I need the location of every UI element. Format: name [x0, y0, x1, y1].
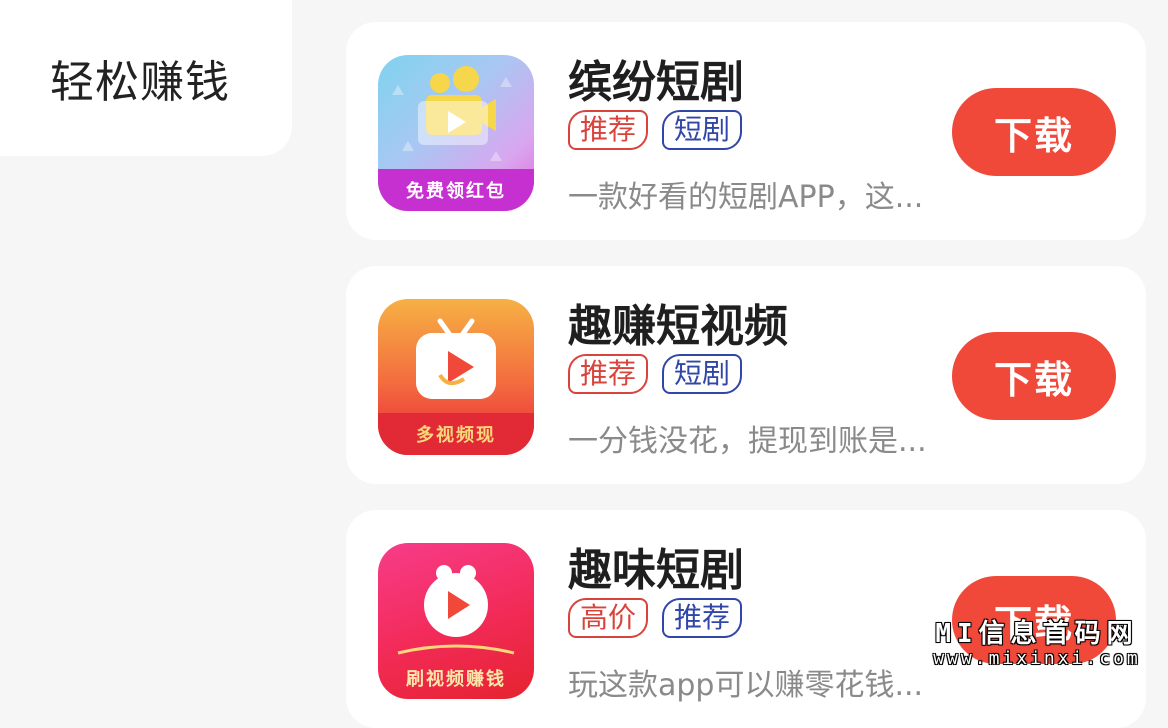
app-description: 玩这款app可以赚零花钱... [568, 668, 924, 703]
icon-banner-text: 免费领红包 [378, 169, 534, 211]
app-description: 一款好看的短剧APP，这... [568, 180, 924, 215]
watermark-title: MI信息首码网 [935, 619, 1139, 649]
icon-banner-text: 多视频现 [378, 413, 534, 455]
watermark-url: www.mixinxi.com [933, 648, 1141, 669]
watermark: MI信息首码网 www.mixinxi.com [912, 620, 1162, 670]
app-name: 趣味短剧 [568, 545, 744, 596]
tag-group: 推荐 短剧 [568, 110, 743, 150]
icon-banner-text: 刷视频赚钱 [406, 669, 506, 690]
tag-recommended: 推荐 [662, 598, 743, 638]
app-icon-quwei[interactable]: 刷视频赚钱 [378, 543, 534, 699]
tag-recommended: 推荐 [568, 110, 649, 150]
app-name: 趣赚短视频 [568, 301, 788, 352]
app-icon-binfen[interactable]: 免费领红包 [378, 55, 534, 211]
tag-short-drama: 短剧 [662, 110, 743, 150]
sidebar-tab-label: 轻松赚钱 [50, 57, 230, 108]
app-description: 一分钱没花，提现到账是... [568, 424, 927, 459]
tag-high-price: 高价 [568, 598, 649, 638]
sidebar-tab-easy-earn[interactable]: 轻松赚钱 [0, 0, 292, 156]
tag-group: 高价 推荐 [568, 598, 743, 638]
app-card[interactable]: 免费领红包 缤纷短剧 推荐 短剧 一款好看的短剧APP，这... 下载 [346, 22, 1146, 240]
app-icon-quzhuan[interactable]: 多视频现 [378, 299, 534, 455]
tag-short-drama: 短剧 [662, 354, 743, 394]
tag-group: 推荐 短剧 [568, 354, 743, 394]
app-card[interactable]: 多视频现 趣赚短视频 推荐 短剧 一分钱没花，提现到账是... 下载 [346, 266, 1146, 484]
tag-recommended: 推荐 [568, 354, 649, 394]
download-button[interactable]: 下载 [952, 332, 1116, 420]
download-button[interactable]: 下载 [952, 88, 1116, 176]
app-name: 缤纷短剧 [568, 57, 744, 108]
